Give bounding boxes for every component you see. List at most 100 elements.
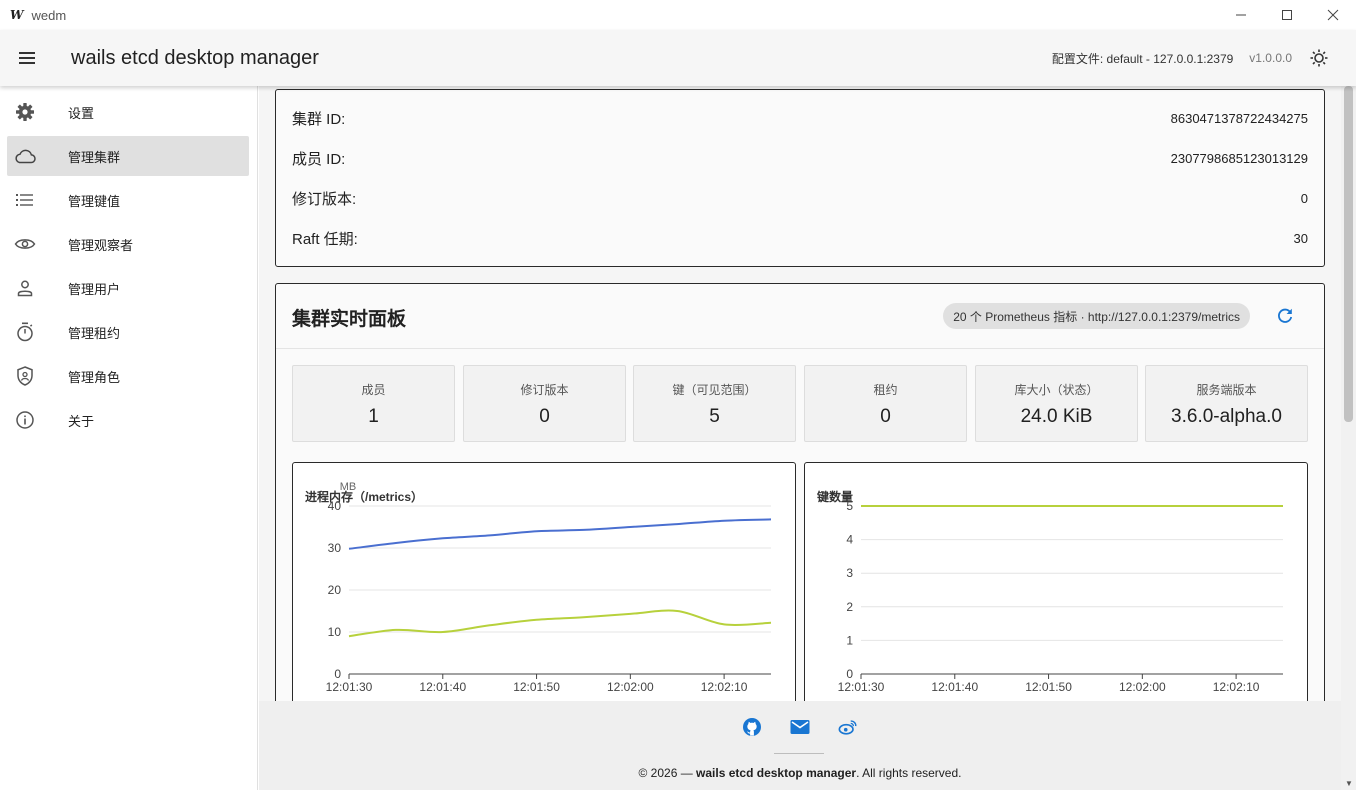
info-key: 集群 ID: xyxy=(292,110,346,128)
refresh-button[interactable] xyxy=(1274,305,1296,327)
x-tick-label: 12:02:10 xyxy=(1213,680,1260,694)
sidebar-item-label: 管理键值 xyxy=(68,193,121,209)
sidebar: 设置 管理集群 管理键值 管理观察者 管理用户 管理租约 管理角色 关于 xyxy=(0,86,258,790)
copyright-prefix: © 2026 — xyxy=(638,766,697,780)
x-tick-label: 12:01:50 xyxy=(1025,680,1072,694)
sidebar-item-manage-leases[interactable]: 管理租约 xyxy=(7,312,249,352)
window-titlebar: W wedm xyxy=(0,0,1356,30)
info-key: 修订版本: xyxy=(292,190,357,208)
stat-label: 租约 xyxy=(873,383,898,397)
footer: © 2026 — wails etcd desktop manager. All… xyxy=(259,701,1341,790)
github-icon xyxy=(743,718,761,736)
x-tick-label: 12:02:10 xyxy=(701,680,748,694)
metrics-chip: 20 个 Prometheus 指标 · http://127.0.0.1:23… xyxy=(943,303,1250,329)
stat-value: 0 xyxy=(880,406,891,427)
cloud-icon xyxy=(15,149,36,164)
info-key: Raft 任期: xyxy=(292,230,358,248)
scroll-down-arrow[interactable]: ▼ xyxy=(1345,779,1353,788)
info-row-cluster-id: 集群 ID: 8630471378722434275 xyxy=(292,108,1308,128)
app-bar: wails etcd desktop manager 配置文件: default… xyxy=(0,30,1356,86)
sidebar-item-settings[interactable]: 设置 xyxy=(7,92,249,132)
chart-title: 进程内存（/metrics） xyxy=(305,489,423,504)
timer-icon xyxy=(17,322,33,342)
y-tick-label: 30 xyxy=(328,541,342,555)
stat-value: 1 xyxy=(368,406,379,427)
y-axis-label: MB xyxy=(340,481,357,493)
y-tick-label: 2 xyxy=(846,600,853,614)
window-controls xyxy=(1218,0,1356,30)
email-link[interactable] xyxy=(790,717,810,737)
info-value: 0 xyxy=(1300,190,1308,206)
scrollbar-thumb[interactable] xyxy=(1344,86,1353,422)
list-icon xyxy=(16,194,33,206)
stat-label: 修订版本 xyxy=(520,383,569,397)
minimize-button[interactable] xyxy=(1218,0,1264,30)
y-tick-label: 0 xyxy=(846,667,853,681)
sidebar-item-manage-users[interactable]: 管理用户 xyxy=(7,268,249,308)
sidebar-item-label: 管理用户 xyxy=(68,281,121,297)
shield-icon xyxy=(17,366,33,386)
hamburger-icon xyxy=(19,52,35,64)
page-scrollbar[interactable]: ▼ xyxy=(1341,86,1356,790)
gear-icon xyxy=(16,103,34,121)
memory-chart-card: 进程内存（/metrics） MB 0 10 20 30 40 12:01:30 12:01:4… xyxy=(292,462,796,701)
info-row-revision: 修订版本: 0 xyxy=(292,188,1308,208)
x-tick-label: 12:02:00 xyxy=(1119,680,1166,694)
info-row-member-id: 成员 ID: 2307798685123013129 xyxy=(292,148,1308,168)
app-title: wails etcd desktop manager xyxy=(71,46,319,69)
menu-button[interactable] xyxy=(0,30,54,86)
stat-keys: 键（可见范围） 5 xyxy=(633,365,796,442)
sidebar-item-manage-cluster[interactable]: 管理集群 xyxy=(7,136,249,176)
dashboard-title: 集群实时面板 xyxy=(292,309,407,330)
app-logo: W xyxy=(10,8,24,22)
theme-toggle-button[interactable] xyxy=(1308,47,1330,69)
copyright-brand: wails etcd desktop manager xyxy=(696,766,857,780)
close-icon xyxy=(1327,9,1339,21)
stat-value: 5 xyxy=(709,406,720,427)
y-tick-label: 4 xyxy=(846,533,853,547)
sidebar-item-about[interactable]: 关于 xyxy=(7,400,249,440)
brightness-icon xyxy=(1310,49,1328,67)
y-tick-label: 1 xyxy=(846,633,853,647)
close-button[interactable] xyxy=(1310,0,1356,30)
memory-chart: 进程内存（/metrics）MB 0 10 20 30 40 12:01:30 12:01:4… xyxy=(305,481,772,694)
info-key: 成员 ID: xyxy=(292,150,346,168)
sidebar-item-label: 关于 xyxy=(68,413,95,429)
stat-value: 0 xyxy=(539,406,550,427)
sidebar-item-manage-kv[interactable]: 管理键值 xyxy=(7,180,249,220)
stat-db-size: 库大小（状态） 24.0 KiB xyxy=(975,365,1138,442)
series-line-0 xyxy=(348,518,772,550)
stat-label: 库大小（状态） xyxy=(1014,383,1099,397)
x-tick-label: 12:01:40 xyxy=(931,680,978,694)
sidebar-item-label: 管理角色 xyxy=(68,369,121,385)
info-value: 30 xyxy=(1293,230,1308,246)
x-tick-label: 12:01:30 xyxy=(326,680,373,694)
mail-icon xyxy=(790,720,810,734)
weibo-link[interactable] xyxy=(838,717,858,737)
footer-divider xyxy=(774,753,824,754)
stat-members: 成员 1 xyxy=(292,365,455,442)
github-link[interactable] xyxy=(742,717,762,737)
y-tick-label: 0 xyxy=(334,667,341,681)
user-icon xyxy=(17,280,33,297)
sidebar-item-label: 管理观察者 xyxy=(68,237,134,253)
dashboard-header: 集群实时面板 20 个 Prometheus 指标 · http://127.0… xyxy=(276,284,1324,349)
maximize-button[interactable] xyxy=(1264,0,1310,30)
x-tick-label: 12:01:30 xyxy=(838,680,885,694)
minimize-icon xyxy=(1236,14,1246,16)
info-value: 8630471378722434275 xyxy=(1170,110,1308,126)
version-label: v1.0.0.0 xyxy=(1249,51,1292,65)
info-value: 2307798685123013129 xyxy=(1170,150,1308,166)
sidebar-item-manage-watchers[interactable]: 管理观察者 xyxy=(7,224,249,264)
refresh-icon xyxy=(1278,308,1293,323)
stat-revision: 修订版本 0 xyxy=(463,365,626,442)
stat-value: 3.6.0-alpha.0 xyxy=(1171,406,1282,427)
main-content: 集群 ID: 8630471378722434275 成员 ID: 230779… xyxy=(259,86,1341,701)
sidebar-item-label: 管理集群 xyxy=(68,149,121,165)
x-tick-label: 12:01:50 xyxy=(513,680,560,694)
cluster-dashboard-card: 集群实时面板 20 个 Prometheus 指标 · http://127.0… xyxy=(275,283,1325,701)
cluster-info-card: 集群 ID: 8630471378722434275 成员 ID: 230779… xyxy=(275,89,1325,267)
sidebar-item-manage-roles[interactable]: 管理角色 xyxy=(7,356,249,396)
profile-label: 配置文件: default - 127.0.0.1:2379 xyxy=(1051,51,1234,66)
stat-label: 服务端版本 xyxy=(1196,383,1257,397)
